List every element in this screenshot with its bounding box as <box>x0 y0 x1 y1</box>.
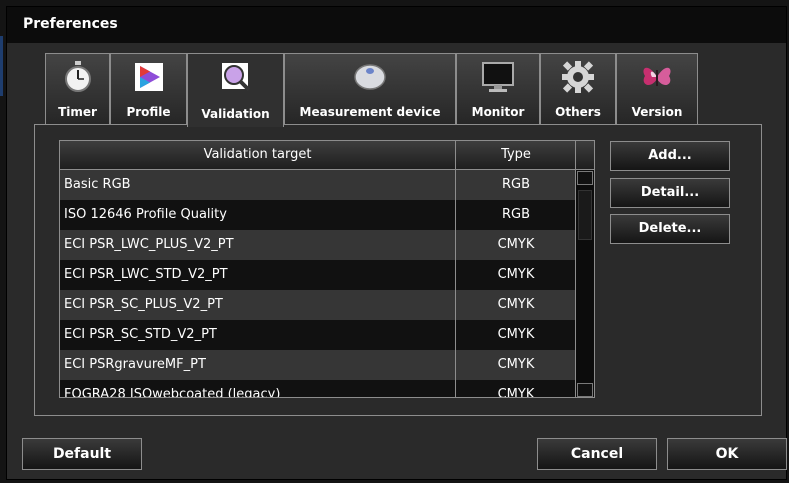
title-bar: Preferences <box>7 7 786 43</box>
mouse-device-icon <box>353 60 387 94</box>
tab-label: Version <box>631 105 683 119</box>
table-row[interactable]: Basic RGB RGB <box>60 170 575 200</box>
tab-validation[interactable]: Validation <box>187 53 284 127</box>
detail-button[interactable]: Detail... <box>610 178 730 208</box>
column-header-type[interactable]: Type <box>456 141 576 169</box>
tab-label: Validation <box>201 107 270 121</box>
table-scrollbar[interactable] <box>575 170 594 397</box>
add-button[interactable]: Add... <box>610 141 730 171</box>
stopwatch-icon <box>61 60 95 94</box>
tab-label: Others <box>555 105 601 119</box>
cell-target: ECI PSR_LWC_STD_V2_PT <box>64 267 228 282</box>
cell-target: ECI PSR_SC_PLUS_V2_PT <box>64 297 223 312</box>
cell-type: RGB <box>501 207 531 222</box>
column-divider <box>455 141 456 397</box>
cell-target: ISO 12646 Profile Quality <box>64 207 227 222</box>
table-row[interactable]: ECI PSR_SC_PLUS_V2_PT CMYK <box>60 290 575 320</box>
monitor-icon <box>481 60 515 94</box>
tab-measurement-device[interactable]: Measurement device <box>284 53 456 125</box>
tab-label: Profile <box>126 105 171 119</box>
window-title: Preferences <box>23 16 118 32</box>
cell-target: ECI PSR_LWC_PLUS_V2_PT <box>64 237 234 252</box>
cell-type: CMYK <box>497 327 535 342</box>
ok-button[interactable]: OK <box>667 438 787 470</box>
cell-type: CMYK <box>497 237 535 252</box>
tab-profile[interactable]: Profile <box>110 53 187 125</box>
cell-type: CMYK <box>497 357 535 372</box>
gear-icon <box>561 60 595 94</box>
tab-label: Monitor <box>471 105 525 119</box>
profile-triangle-icon <box>132 60 166 94</box>
cell-type: CMYK <box>497 297 535 312</box>
table-header: Validation target Type <box>60 141 594 170</box>
cell-type: RGB <box>501 177 531 192</box>
cell-target: ECI PSR_SC_STD_V2_PT <box>64 327 217 342</box>
magnifier-icon <box>219 60 253 94</box>
cell-target: ECI PSRgravureMF_PT <box>64 357 206 372</box>
tab-label: Measurement device <box>299 105 441 119</box>
scroll-up-button[interactable] <box>577 171 593 185</box>
cell-target: FOGRA28 ISOwebcoated (legacy) <box>64 387 281 398</box>
table-row[interactable]: ECI PSR_SC_STD_V2_PT CMYK <box>60 320 575 350</box>
delete-button[interactable]: Delete... <box>610 214 730 244</box>
tab-others[interactable]: Others <box>540 53 616 125</box>
column-header-validation-target[interactable]: Validation target <box>60 141 455 169</box>
table-row[interactable]: ECI PSRgravureMF_PT CMYK <box>60 350 575 380</box>
tab-version[interactable]: Version <box>616 53 698 125</box>
table-row[interactable]: ECI PSR_LWC_STD_V2_PT CMYK <box>60 260 575 290</box>
cell-target: Basic RGB <box>64 177 131 192</box>
cancel-button[interactable]: Cancel <box>537 438 657 470</box>
default-button[interactable]: Default <box>22 438 142 470</box>
tab-label: Timer <box>58 105 97 119</box>
table-row[interactable]: FOGRA28 ISOwebcoated (legacy) CMYK <box>60 380 575 398</box>
cell-type: CMYK <box>497 267 535 282</box>
scroll-thumb[interactable] <box>578 190 592 240</box>
table-row[interactable]: ECI PSR_LWC_PLUS_V2_PT CMYK <box>60 230 575 260</box>
butterfly-icon <box>640 60 674 94</box>
left-edge-strip <box>0 36 3 96</box>
cell-type: CMYK <box>497 387 535 398</box>
tab-monitor[interactable]: Monitor <box>456 53 540 125</box>
validation-target-table: Validation target Type Basic RGB RGB ISO… <box>59 140 595 398</box>
scroll-down-button[interactable] <box>577 383 593 397</box>
tab-timer[interactable]: Timer <box>45 53 110 125</box>
table-row[interactable]: ISO 12646 Profile Quality RGB <box>60 200 575 230</box>
